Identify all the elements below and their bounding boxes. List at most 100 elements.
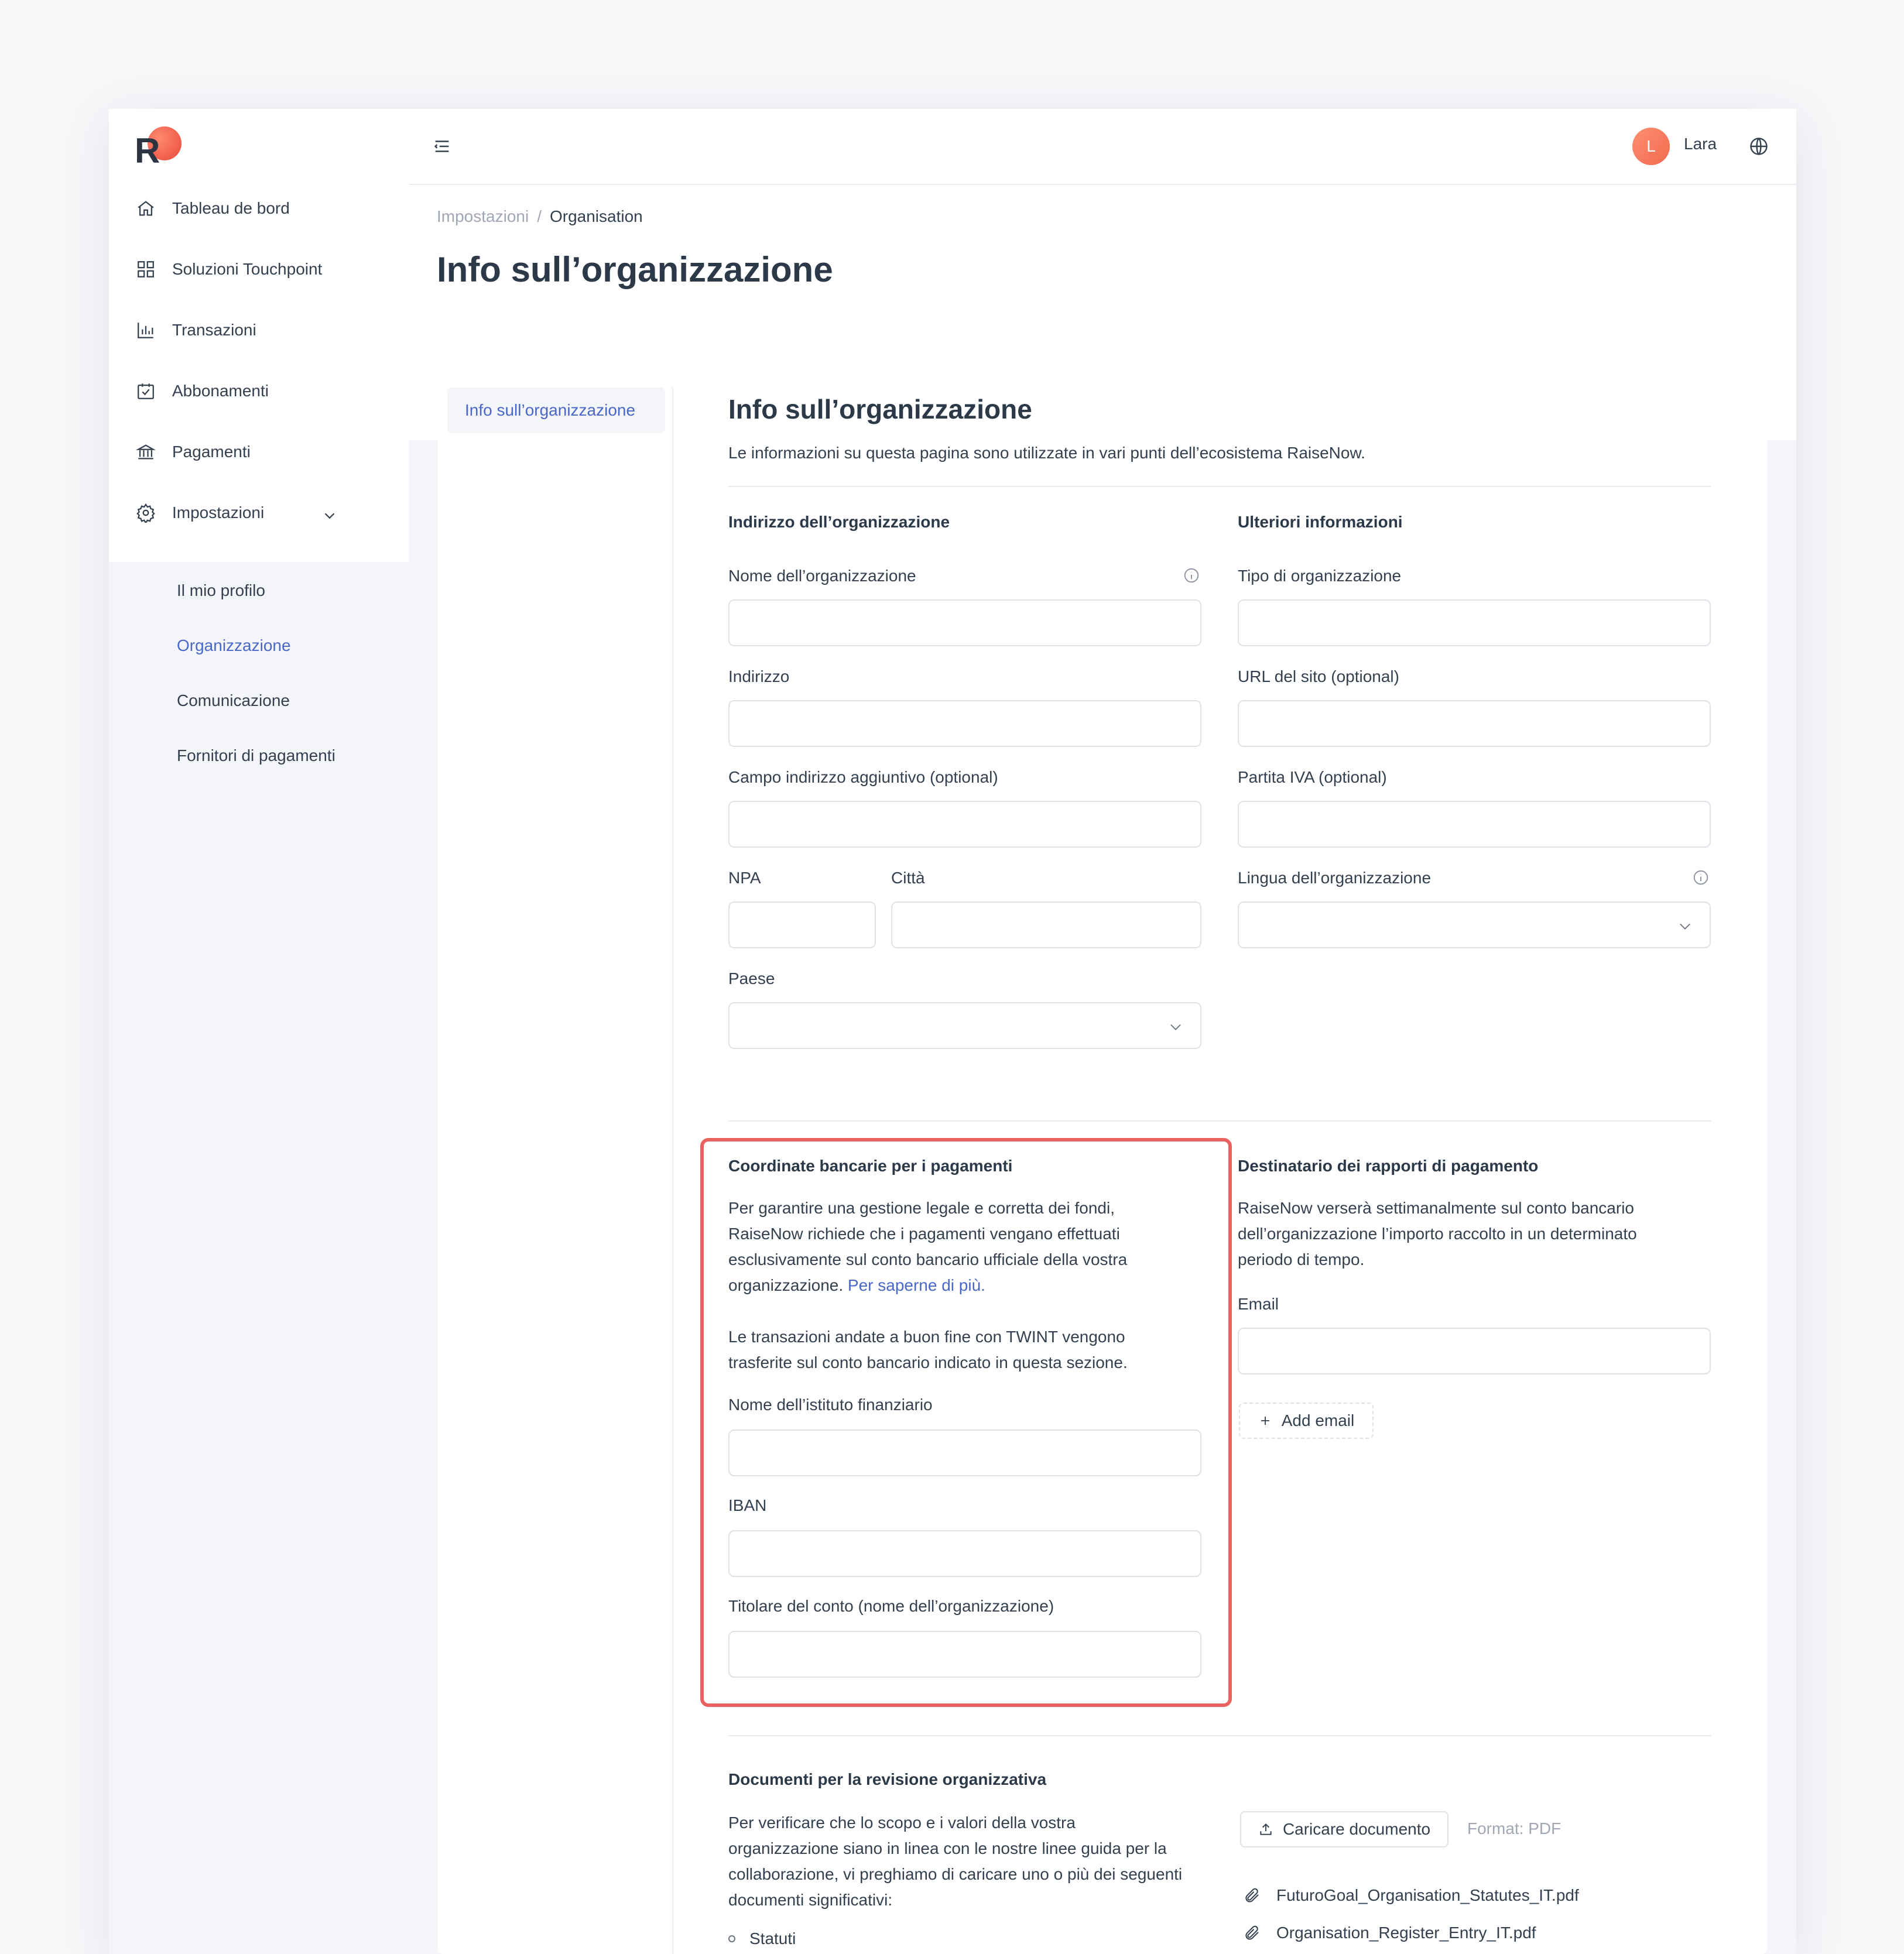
sidebar-item-label: Abbonamenti [172,382,269,400]
breadcrumb: Impostazioni / Organisation [437,207,643,226]
website-url-label: URL del sito (optional) [1238,667,1399,685]
upload-icon [1260,1823,1272,1835]
username[interactable]: Lara [1684,135,1717,153]
text-line: periodo di tempo. [1238,1250,1365,1269]
sidebar-item-subscriptions[interactable]: Abbonamenti [136,373,269,409]
sidebar-item-touchpoint[interactable]: Soluzioni Touchpoint [136,252,322,287]
chevron-down-icon[interactable] [321,507,338,525]
sidebar-item-settings[interactable]: Impostazioni [136,495,264,530]
file-item[interactable]: Organisation_Register_Entry_IT.pdf [1244,1924,1536,1942]
raisenow-logo[interactable]: R [135,126,182,170]
breadcrumb-separator: / [537,207,542,225]
grid-icon [138,261,154,277]
plus-icon [1261,1417,1269,1425]
address-label: Indirizzo [728,667,790,685]
sidebar-item-label: Pagamenti [172,443,251,461]
sidebar-item-label: Transazioni [172,321,256,339]
zip-input[interactable] [728,901,876,948]
section-title: Info sull’organizzazione [728,394,1032,424]
documents-paragraph: Per verificare che lo scopo e i valori d… [728,1810,1182,1913]
section-description: Le informazioni su questa pagina sono ut… [728,444,1365,462]
sidebar-subitem-payment-providers[interactable]: Fornitori di pagamenti [177,741,335,770]
home-icon [138,201,154,216]
logo-letter: R [135,131,160,170]
bullet-text: Statuti [749,1929,796,1948]
email-label: Email [1238,1295,1279,1313]
documents-heading: Documenti per la revisione organizzativa [728,1770,1047,1788]
breadcrumb-current: Organisation [549,207,643,225]
address-heading: Indirizzo dell’organizzazione [728,513,950,531]
address-input[interactable] [728,700,1201,747]
text-line: dell’organizzazione l’importo raccolto i… [1238,1225,1637,1243]
zip-label: NPA [728,869,761,887]
sidebar-item-label: Impostazioni [172,503,265,522]
paperclip-icon [1245,1925,1259,1940]
divider [728,1735,1711,1736]
upload-document-button[interactable]: Caricare documento [1240,1811,1448,1847]
globe-icon[interactable] [1748,136,1769,157]
text-line: collaborazione, vi preghiamo di caricare… [728,1865,1183,1883]
info-icon[interactable] [1692,869,1710,886]
menu-collapse-icon[interactable] [432,136,452,156]
sidebar-subitem-organization[interactable]: Organizzazione [177,631,291,660]
org-name-label: Nome dell’organizzazione [728,567,916,585]
text-line: Per verificare che lo scopo e i valori d… [728,1814,1076,1832]
topbar: L Lara [409,109,1796,185]
address2-input[interactable] [728,801,1201,848]
reports-paragraph: RaiseNow verserà settimanalmente sul con… [1238,1195,1637,1273]
text-line: RaiseNow verserà settimanalmente sul con… [1238,1199,1634,1217]
org-language-label: Lingua dell’organizzazione [1238,869,1432,887]
bank-details-highlight [700,1138,1232,1707]
sidebar-item-label: Tableau de bord [172,199,290,217]
city-input[interactable] [891,901,1201,948]
add-email-button[interactable]: Add email [1239,1403,1374,1439]
chevron-down-icon [1680,923,1690,930]
file-name: Organisation_Register_Entry_IT.pdf [1276,1924,1536,1942]
org-name-input[interactable] [728,599,1201,646]
gear-icon [136,503,155,523]
subnav-divider [672,388,673,1954]
sidebar: R Tableau de bord Soluzioni Touchpoint T… [109,109,409,1954]
format-hint: Format: PDF [1467,1819,1561,1838]
address2-label: Campo indirizzo aggiuntivo (optional) [728,768,998,786]
divider [728,486,1711,487]
sidebar-filler [109,782,409,1954]
text-line: documenti significativi: [728,1891,893,1909]
sidebar-item-dashboard[interactable]: Tableau de bord [136,191,290,226]
vat-input[interactable] [1238,801,1711,848]
org-language-select[interactable] [1238,901,1711,948]
email-input[interactable] [1238,1328,1711,1374]
avatar[interactable]: L [1632,128,1670,165]
sidebar-subitem-communication[interactable]: Comunicazione [177,686,290,715]
file-name: FuturoGoal_Organisation_Statutes_IT.pdf [1276,1886,1579,1904]
sidebar-item-label: Soluzioni Touchpoint [172,260,323,278]
reports-heading: Destinatario dei rapporti di pagamento [1238,1157,1539,1175]
documents-bullet: Statuti [728,1926,796,1952]
org-type-input[interactable] [1238,599,1711,646]
subnav-item-org-info[interactable]: Info sull’organizzazione [447,388,665,433]
calendar-check-icon [138,383,154,399]
bullet-circle-icon [728,1935,735,1942]
paperclip-icon [1245,1888,1259,1902]
page-title: Info sull’organizzazione [437,250,833,289]
vat-label: Partita IVA (optional) [1238,768,1387,786]
sidebar-item-payments[interactable]: Pagamenti [136,434,251,469]
breadcrumb-parent[interactable]: Impostazioni [437,207,529,226]
city-label: Città [891,869,925,887]
divider [728,1120,1711,1122]
bar-chart-icon [138,323,153,338]
org-type-label: Tipo di organizzazione [1238,567,1402,585]
bank-icon [136,444,156,460]
more-info-heading: Ulteriori informazioni [1238,513,1403,531]
country-select[interactable] [728,1002,1201,1049]
text-line: organizzazione siano in linea con le nos… [728,1839,1167,1857]
upload-label: Caricare documento [1282,1820,1431,1838]
info-icon[interactable] [1183,567,1200,584]
add-email-label: Add email [1281,1411,1355,1429]
country-label: Paese [728,969,775,988]
sidebar-item-transactions[interactable]: Transazioni [136,313,256,348]
website-url-input[interactable] [1238,700,1711,747]
chevron-down-icon [1170,1024,1181,1030]
sidebar-subitem-profile[interactable]: Il mio profilo [177,576,265,605]
file-item[interactable]: FuturoGoal_Organisation_Statutes_IT.pdf [1244,1886,1579,1905]
